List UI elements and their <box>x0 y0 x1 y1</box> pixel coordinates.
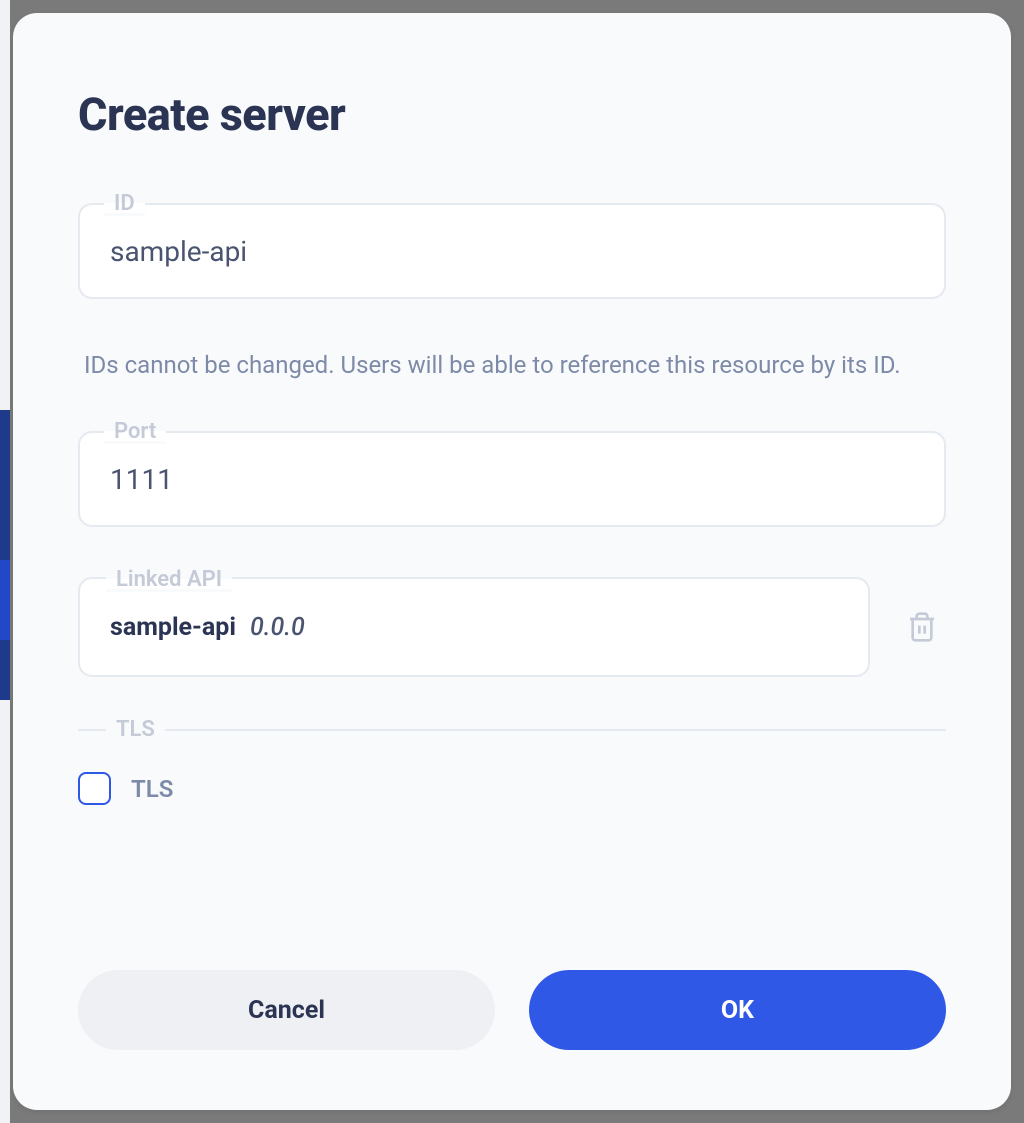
port-field-group: Port <box>78 431 946 527</box>
backdrop <box>0 560 10 640</box>
linked-api-card[interactable]: Linked API sample-api 0.0.0 <box>78 577 870 677</box>
divider <box>165 729 946 731</box>
backdrop <box>0 700 10 1123</box>
tls-checkbox[interactable] <box>78 772 111 805</box>
id-input[interactable] <box>78 203 946 299</box>
trash-icon <box>906 611 938 643</box>
ok-button[interactable]: OK <box>529 970 946 1050</box>
linked-api-version: 0.0.0 <box>250 613 305 642</box>
tls-checkbox-row[interactable]: TLS <box>78 772 946 805</box>
linked-api-name: sample-api <box>110 613 236 642</box>
dialog-title: Create server <box>78 88 946 141</box>
tls-section-label: TLS <box>106 717 165 742</box>
tls-section-header: TLS <box>78 717 946 742</box>
backdrop <box>0 410 10 700</box>
linked-api-label: Linked API <box>106 567 232 592</box>
cancel-button[interactable]: Cancel <box>78 970 495 1050</box>
id-helper-text: IDs cannot be changed. Users will be abl… <box>84 347 940 383</box>
linked-api-group: Linked API sample-api 0.0.0 <box>78 577 946 677</box>
tls-checkbox-label: TLS <box>131 775 173 803</box>
divider <box>78 729 106 731</box>
backdrop <box>0 0 10 410</box>
id-field-group: ID <box>78 203 946 299</box>
delete-linked-api-button[interactable] <box>898 603 946 651</box>
dialog-buttons: Cancel OK <box>78 970 946 1050</box>
id-label: ID <box>104 191 145 216</box>
create-server-dialog: Create server ID IDs cannot be changed. … <box>13 13 1011 1110</box>
port-input[interactable] <box>78 431 946 527</box>
tls-section: TLS TLS <box>78 717 946 805</box>
port-label: Port <box>104 419 166 444</box>
